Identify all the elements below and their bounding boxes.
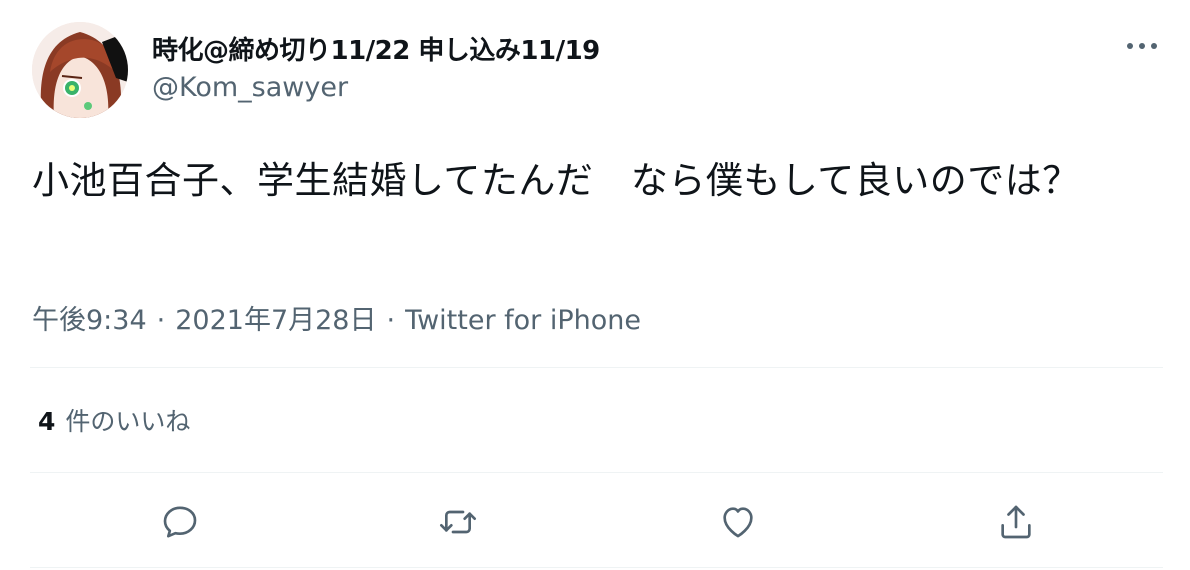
share-button[interactable] (994, 500, 1038, 544)
tweet-text: 小池百合子、学生結婚してたんだ なら僕もして良いのでは？ (32, 159, 1080, 202)
tweet-date[interactable]: 2021年7月28日 (175, 305, 376, 336)
avatar[interactable] (32, 22, 128, 118)
tweet-time[interactable]: 午後9:34 (32, 305, 147, 336)
likes-count: 4 (38, 407, 56, 436)
reply-icon (163, 506, 197, 538)
likes-label: 件のいいね (65, 407, 191, 436)
tweet-source[interactable]: Twitter for iPhone (405, 305, 641, 336)
reply-button[interactable] (158, 500, 202, 544)
divider (30, 472, 1163, 473)
share-icon (1001, 505, 1031, 539)
anime-character-avatar-icon (32, 22, 128, 118)
author-display-name[interactable]: 時化@締め切り11/22 申し込み11/19 (152, 30, 600, 67)
divider (30, 367, 1163, 368)
retweet-icon (440, 510, 476, 534)
tweet-detail: 時化@締め切り11/22 申し込み11/19 @Kom_sawyer 小池百合子… (0, 0, 1190, 570)
heart-icon (723, 507, 753, 538)
more-dots-icon (1127, 43, 1157, 49)
like-button[interactable] (716, 500, 760, 544)
meta-separator: · (386, 305, 396, 336)
divider (30, 567, 1163, 568)
more-options-button[interactable] (1120, 30, 1164, 62)
meta-separator: · (156, 305, 166, 336)
likes-stat[interactable]: 4 件のいいね (38, 402, 190, 438)
tweet-meta: 午後9:34 · 2021年7月28日 · Twitter for iPhone (32, 298, 641, 337)
retweet-button[interactable] (436, 500, 480, 544)
author-handle[interactable]: @Kom_sawyer (152, 72, 348, 103)
